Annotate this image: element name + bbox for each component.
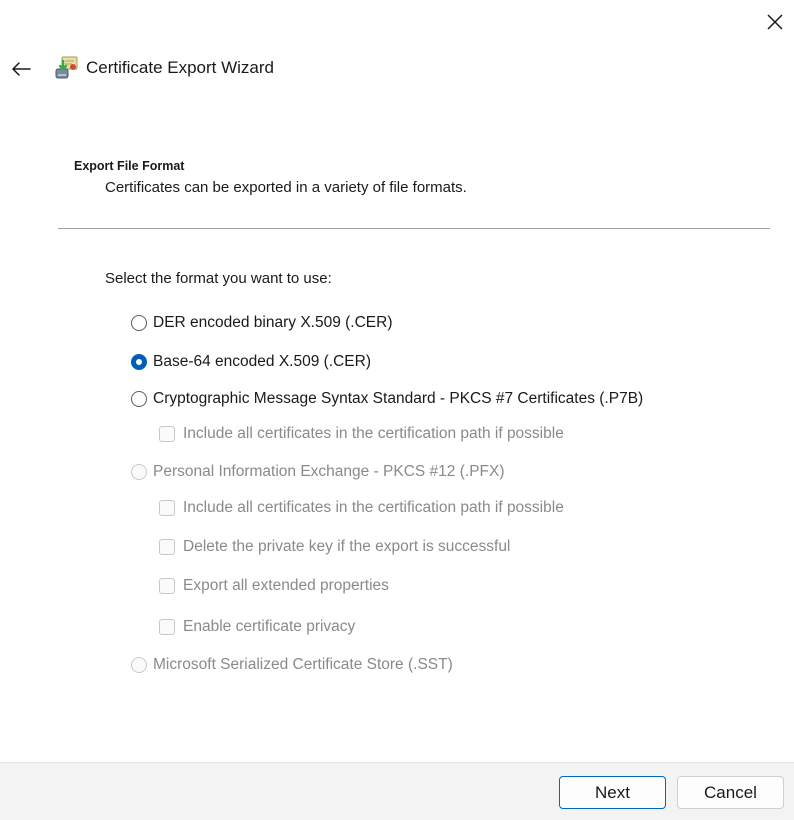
checkbox-box[interactable] [159,500,175,516]
radio-pkcs7-p7b[interactable]: Cryptographic Message Syntax Standard - … [131,390,643,408]
checkbox-box[interactable] [159,578,175,594]
radio-circle-disabled[interactable] [131,657,147,673]
checkbox-export-extended-properties[interactable]: Export all extended properties [159,577,389,595]
radio-circle[interactable] [131,391,147,407]
radio-der-cer-label: DER encoded binary X.509 (.CER) [153,314,393,331]
checkbox-box[interactable] [159,539,175,555]
checkbox-p7b-include-all-label: Include all certificates in the certific… [183,425,564,442]
certificate-export-icon [55,56,78,79]
radio-circle[interactable] [131,315,147,331]
section-heading: Export File Format [74,159,185,173]
radio-der-cer[interactable]: DER encoded binary X.509 (.CER) [131,314,393,332]
radio-circle-disabled[interactable] [131,464,147,480]
radio-circle-selected[interactable] [131,354,147,370]
cancel-button[interactable]: Cancel [677,776,784,809]
next-button[interactable]: Next [559,776,666,809]
checkbox-delete-private-key[interactable]: Delete the private key if the export is … [159,538,510,556]
checkbox-pfx-include-all[interactable]: Include all certificates in the certific… [159,499,564,517]
checkbox-box[interactable] [159,619,175,635]
radio-pkcs7-p7b-label: Cryptographic Message Syntax Standard - … [153,390,644,407]
checkbox-enable-certificate-privacy-label: Enable certificate privacy [183,618,356,635]
wizard-footer [0,762,794,820]
radio-pkcs12-pfx[interactable]: Personal Information Exchange - PKCS #12… [131,463,505,481]
close-button[interactable] [760,8,790,36]
checkbox-pfx-include-all-label: Include all certificates in the certific… [183,499,564,516]
radio-base64-cer[interactable]: Base-64 encoded X.509 (.CER) [131,353,371,371]
back-button[interactable] [6,54,36,84]
radio-serialized-store-sst[interactable]: Microsoft Serialized Certificate Store (… [131,656,453,674]
checkbox-enable-certificate-privacy[interactable]: Enable certificate privacy [159,618,355,636]
wizard-title: Certificate Export Wizard [86,58,274,77]
checkbox-p7b-include-all[interactable]: Include all certificates in the certific… [159,425,564,443]
checkbox-delete-private-key-label: Delete the private key if the export is … [183,538,511,555]
radio-pkcs12-pfx-label: Personal Information Exchange - PKCS #12… [153,463,505,480]
radio-base64-cer-label: Base-64 encoded X.509 (.CER) [153,353,371,370]
checkbox-export-extended-properties-label: Export all extended properties [183,577,389,594]
checkbox-box[interactable] [159,426,175,442]
format-prompt: Select the format you want to use: [105,270,332,287]
back-arrow-icon [12,62,31,76]
section-description: Certificates can be exported in a variet… [105,179,467,196]
close-icon [767,14,783,30]
header-divider [58,228,770,229]
radio-serialized-store-sst-label: Microsoft Serialized Certificate Store (… [153,656,453,673]
